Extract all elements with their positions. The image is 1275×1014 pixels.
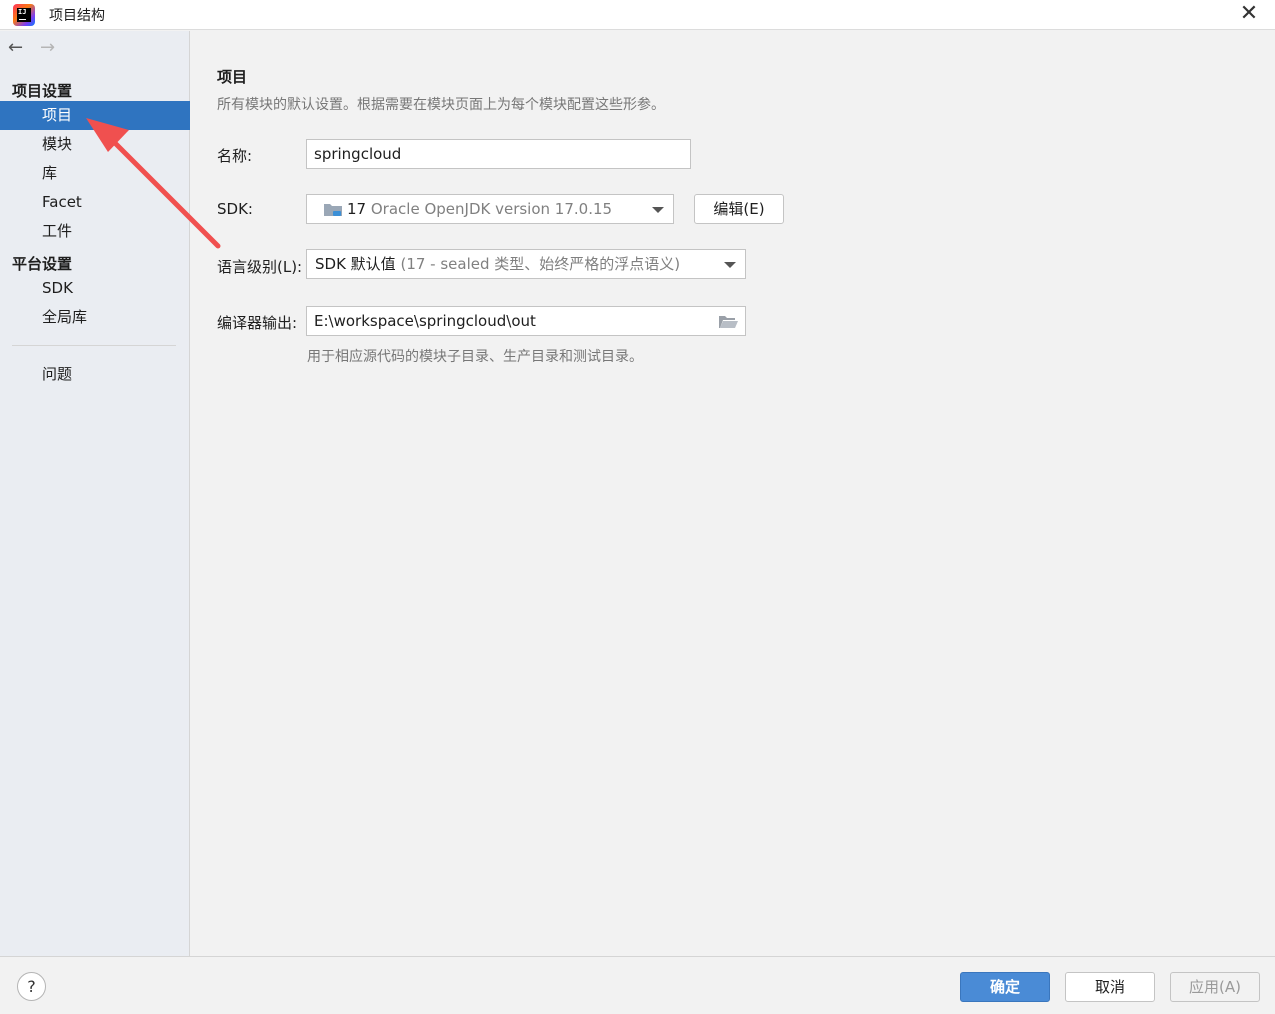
platform-settings-header: 平台设置	[12, 255, 73, 273]
sidebar-item-sdk[interactable]: SDK	[0, 274, 190, 303]
sidebar-item-global-libraries[interactable]: 全局库	[0, 303, 190, 332]
compiler-output-path: E:\workspace\springcloud\out	[314, 312, 536, 330]
dialog-footer: ? 确定 取消 应用(A)	[0, 956, 1275, 1014]
page-description: 所有模块的默认设置。根据需要在模块页面上为每个模块配置这些形参。	[217, 97, 665, 113]
language-level-detail: (17 - sealed 类型、始终严格的浮点语义)	[400, 255, 681, 273]
project-settings-header: 项目设置	[12, 82, 73, 100]
sidebar-item-modules[interactable]: 模块	[0, 130, 190, 159]
sidebar-divider	[12, 345, 176, 346]
sdk-name: Oracle OpenJDK version 17.0.15	[370, 200, 613, 218]
back-arrow-icon[interactable]: ←	[8, 37, 23, 58]
edit-sdk-button[interactable]: 编辑(E)	[694, 194, 784, 224]
cancel-button[interactable]: 取消	[1065, 972, 1155, 1002]
folder-open-icon[interactable]	[718, 314, 738, 329]
chevron-down-icon	[652, 207, 664, 213]
intellij-idea-icon: IJ	[13, 4, 35, 26]
chevron-down-icon	[724, 262, 736, 268]
sidebar-item-project[interactable]: 项目	[0, 101, 190, 130]
sdk-folder-icon	[324, 204, 342, 216]
forward-arrow-icon[interactable]: →	[40, 37, 55, 58]
sdk-combo[interactable]: 17 Oracle OpenJDK version 17.0.15	[306, 194, 674, 224]
sdk-label: SDK:	[217, 200, 253, 218]
language-level-value: SDK 默认值	[315, 255, 396, 273]
sidebar-item-problems[interactable]: 问题	[0, 360, 190, 389]
title-bar: IJ 项目结构 ✕	[0, 0, 1275, 30]
window-title: 项目结构	[49, 8, 105, 24]
help-icon[interactable]: ?	[17, 972, 46, 1001]
compiler-output-label: 编译器输出:	[217, 314, 298, 332]
sidebar-item-facets[interactable]: Facet	[0, 188, 190, 217]
apply-button[interactable]: 应用(A)	[1170, 972, 1260, 1002]
language-level-combo[interactable]: SDK 默认值 (17 - sealed 类型、始终严格的浮点语义)	[306, 249, 746, 279]
sidebar-item-artifacts[interactable]: 工件	[0, 217, 190, 246]
sdk-version: 17	[347, 200, 367, 218]
close-icon[interactable]: ✕	[1236, 2, 1262, 28]
sidebar-item-libraries[interactable]: 库	[0, 159, 190, 188]
page-title: 项目	[217, 68, 248, 86]
compiler-output-input[interactable]: E:\workspace\springcloud\out	[306, 306, 746, 336]
sidebar: ← → 项目设置 项目 模块 库 Facet 工件 平台设置 SDK 全局库 问…	[0, 31, 190, 956]
name-label: 名称:	[217, 147, 253, 165]
project-settings-panel: 项目 所有模块的默认设置。根据需要在模块页面上为每个模块配置这些形参。 名称: …	[191, 31, 1275, 956]
language-level-label: 语言级别(L):	[217, 258, 303, 276]
compiler-output-hint: 用于相应源代码的模块子目录、生产目录和测试目录。	[307, 349, 643, 365]
ok-button[interactable]: 确定	[960, 972, 1050, 1002]
project-name-input[interactable]: springcloud	[306, 139, 691, 169]
